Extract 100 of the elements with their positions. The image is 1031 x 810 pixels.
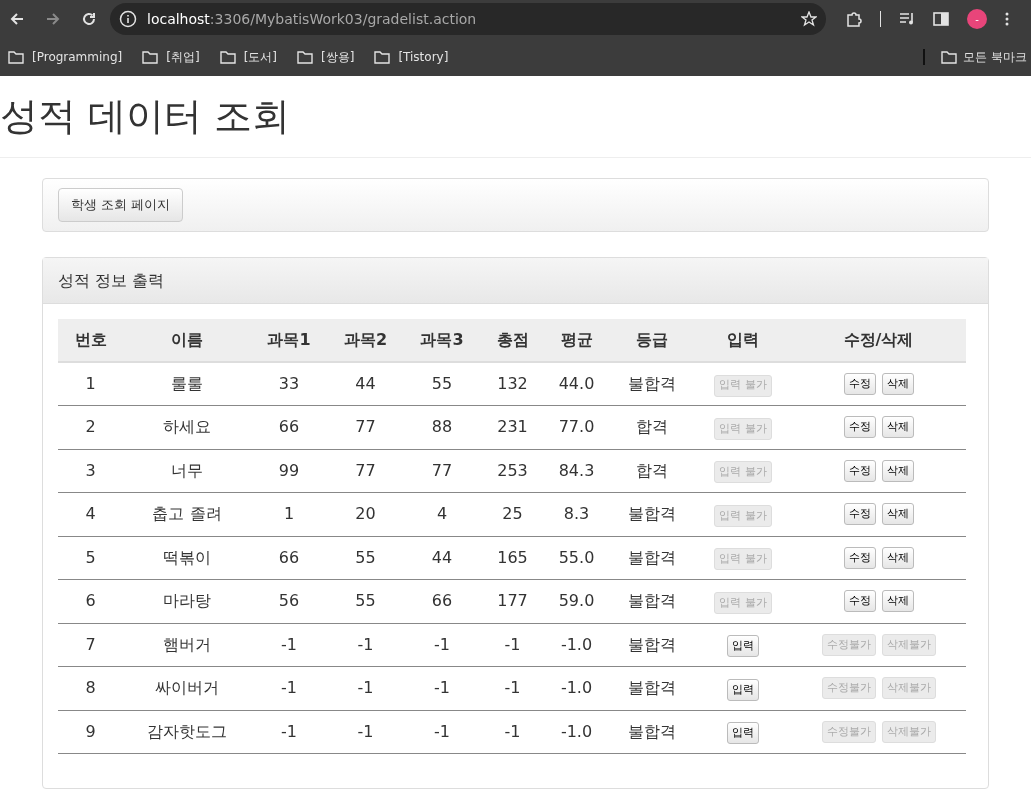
table-cell: 84.3 — [545, 449, 608, 493]
student-page-button[interactable]: 학생 조회 페이지 — [58, 188, 184, 222]
input-button[interactable]: 입력 — [727, 678, 759, 701]
table-cell: -1 — [480, 710, 545, 754]
folder-icon — [297, 50, 313, 64]
table-cell: 231 — [480, 405, 545, 449]
puzzle-icon[interactable] — [846, 11, 862, 27]
table-cell: -1 — [327, 710, 404, 754]
table-cell: 165 — [480, 536, 545, 580]
delete-button[interactable]: 삭제 — [881, 459, 914, 482]
table-cell: 불합격 — [608, 536, 695, 580]
column-header: 입력 — [695, 319, 791, 362]
table-cell: 132 — [480, 362, 545, 406]
table-cell: 7 — [58, 623, 123, 667]
table-cell: 253 — [480, 449, 545, 493]
table-cell: 55 — [327, 579, 404, 623]
profile-avatar[interactable]: - — [967, 9, 987, 29]
edit-button[interactable]: 수정 — [843, 590, 876, 613]
table-cell: 33 — [251, 362, 327, 406]
table-cell: 4 — [404, 492, 480, 536]
delete-button[interactable]: 삭제 — [881, 373, 914, 395]
table-cell: -1 — [251, 666, 327, 710]
table-cell: 햄버거 — [123, 623, 251, 667]
bookmark-item[interactable]: [도서] — [243, 48, 277, 66]
menu-icon[interactable] — [1005, 12, 1009, 26]
table-cell: 불합격 — [608, 492, 695, 536]
table-cell: -1 — [404, 710, 480, 754]
playlist-icon[interactable] — [899, 12, 915, 26]
side-panel-icon[interactable] — [933, 12, 949, 26]
folder-icon — [142, 50, 159, 64]
delete-button[interactable]: 삭제 — [881, 416, 914, 439]
table-cell: 8.3 — [545, 492, 608, 536]
table-cell: 9 — [58, 710, 123, 754]
bookmark-item[interactable]: [Tistory] — [398, 48, 449, 66]
table-cell: 77 — [327, 449, 404, 493]
edit-button[interactable]: 수정 — [843, 416, 876, 439]
edit-button[interactable]: 수정 — [843, 459, 876, 482]
table-cell: 8 — [58, 666, 123, 710]
delete-button[interactable]: 삭제 — [881, 546, 914, 569]
delete-button[interactable]: 삭제 — [881, 590, 914, 613]
table-cell: 44 — [327, 362, 404, 406]
column-header: 과목2 — [327, 319, 404, 362]
info-icon[interactable] — [119, 10, 137, 28]
table-cell: 20 — [327, 492, 404, 536]
table-cell: -1.0 — [545, 710, 608, 754]
table-cell: 불합격 — [608, 362, 695, 406]
table-cell: -1.0 — [545, 623, 608, 667]
table-cell: 합격 — [608, 405, 695, 449]
column-header: 이름 — [123, 319, 251, 362]
input-button[interactable]: 입력 — [727, 635, 759, 658]
star-icon[interactable] — [801, 11, 817, 27]
bookmark-item[interactable]: [쌍용] — [321, 48, 355, 66]
table-cell: -1 — [404, 666, 480, 710]
back-arrow-icon[interactable] — [10, 12, 24, 26]
folder-icon — [941, 50, 958, 64]
table-cell: 55 — [327, 536, 404, 580]
table-cell: 불합격 — [608, 710, 695, 754]
bookmark-item[interactable]: [Programming] — [32, 48, 123, 66]
table-cell: 55 — [404, 362, 480, 406]
input-button[interactable]: 입력 — [727, 722, 759, 745]
folder-icon — [8, 50, 24, 64]
table-cell: 불합격 — [608, 666, 695, 710]
table-cell: 55.0 — [545, 536, 608, 580]
forward-arrow-icon[interactable] — [46, 12, 60, 26]
table-cell: 떡볶이 — [123, 536, 251, 580]
table-cell: 1 — [251, 492, 327, 536]
table-cell: -1 — [327, 623, 404, 667]
table-cell: 5 — [58, 536, 123, 580]
panel-heading: 성적 정보 출력 — [58, 269, 165, 292]
table-cell: 룰룰 — [123, 362, 251, 406]
reload-icon[interactable] — [82, 12, 96, 26]
edit-button[interactable]: 수정 — [843, 546, 876, 569]
table-cell: 66 — [404, 579, 480, 623]
table-cell: -1 — [480, 623, 545, 667]
edit-button[interactable]: 수정 — [843, 373, 876, 395]
folder-icon — [219, 50, 236, 64]
table-cell: 감자핫도그 — [123, 710, 251, 754]
column-header: 수정/삭제 — [791, 319, 966, 362]
table-cell: 56 — [251, 579, 327, 623]
table-cell: 88 — [404, 405, 480, 449]
table-cell: 2 — [58, 405, 123, 449]
edit-button[interactable]: 수정 — [843, 503, 876, 526]
column-header: 총점 — [480, 319, 545, 362]
folder-icon — [374, 50, 391, 64]
table-cell: -1 — [327, 666, 404, 710]
table-cell: 싸이버거 — [123, 666, 251, 710]
table-cell: 177 — [480, 579, 545, 623]
table-cell: 불합격 — [608, 623, 695, 667]
bookmark-item[interactable]: [취업] — [166, 48, 200, 66]
column-header: 평균 — [545, 319, 608, 362]
table-cell: -1.0 — [545, 666, 608, 710]
delete-button[interactable]: 삭제 — [881, 503, 914, 526]
all-bookmarks-item[interactable]: 모든 북마크 — [963, 48, 1027, 66]
table-cell: -1 — [404, 623, 480, 667]
table-cell: 너무 — [123, 449, 251, 493]
page-title: 성적 데이터 조회 — [0, 93, 291, 140]
table-cell: 1 — [58, 362, 123, 406]
table-cell: 4 — [58, 492, 123, 536]
address-bar[interactable]: localhost:3306/MybatisWork03/gradelist.action — [110, 3, 826, 35]
table-cell: 25 — [480, 492, 545, 536]
